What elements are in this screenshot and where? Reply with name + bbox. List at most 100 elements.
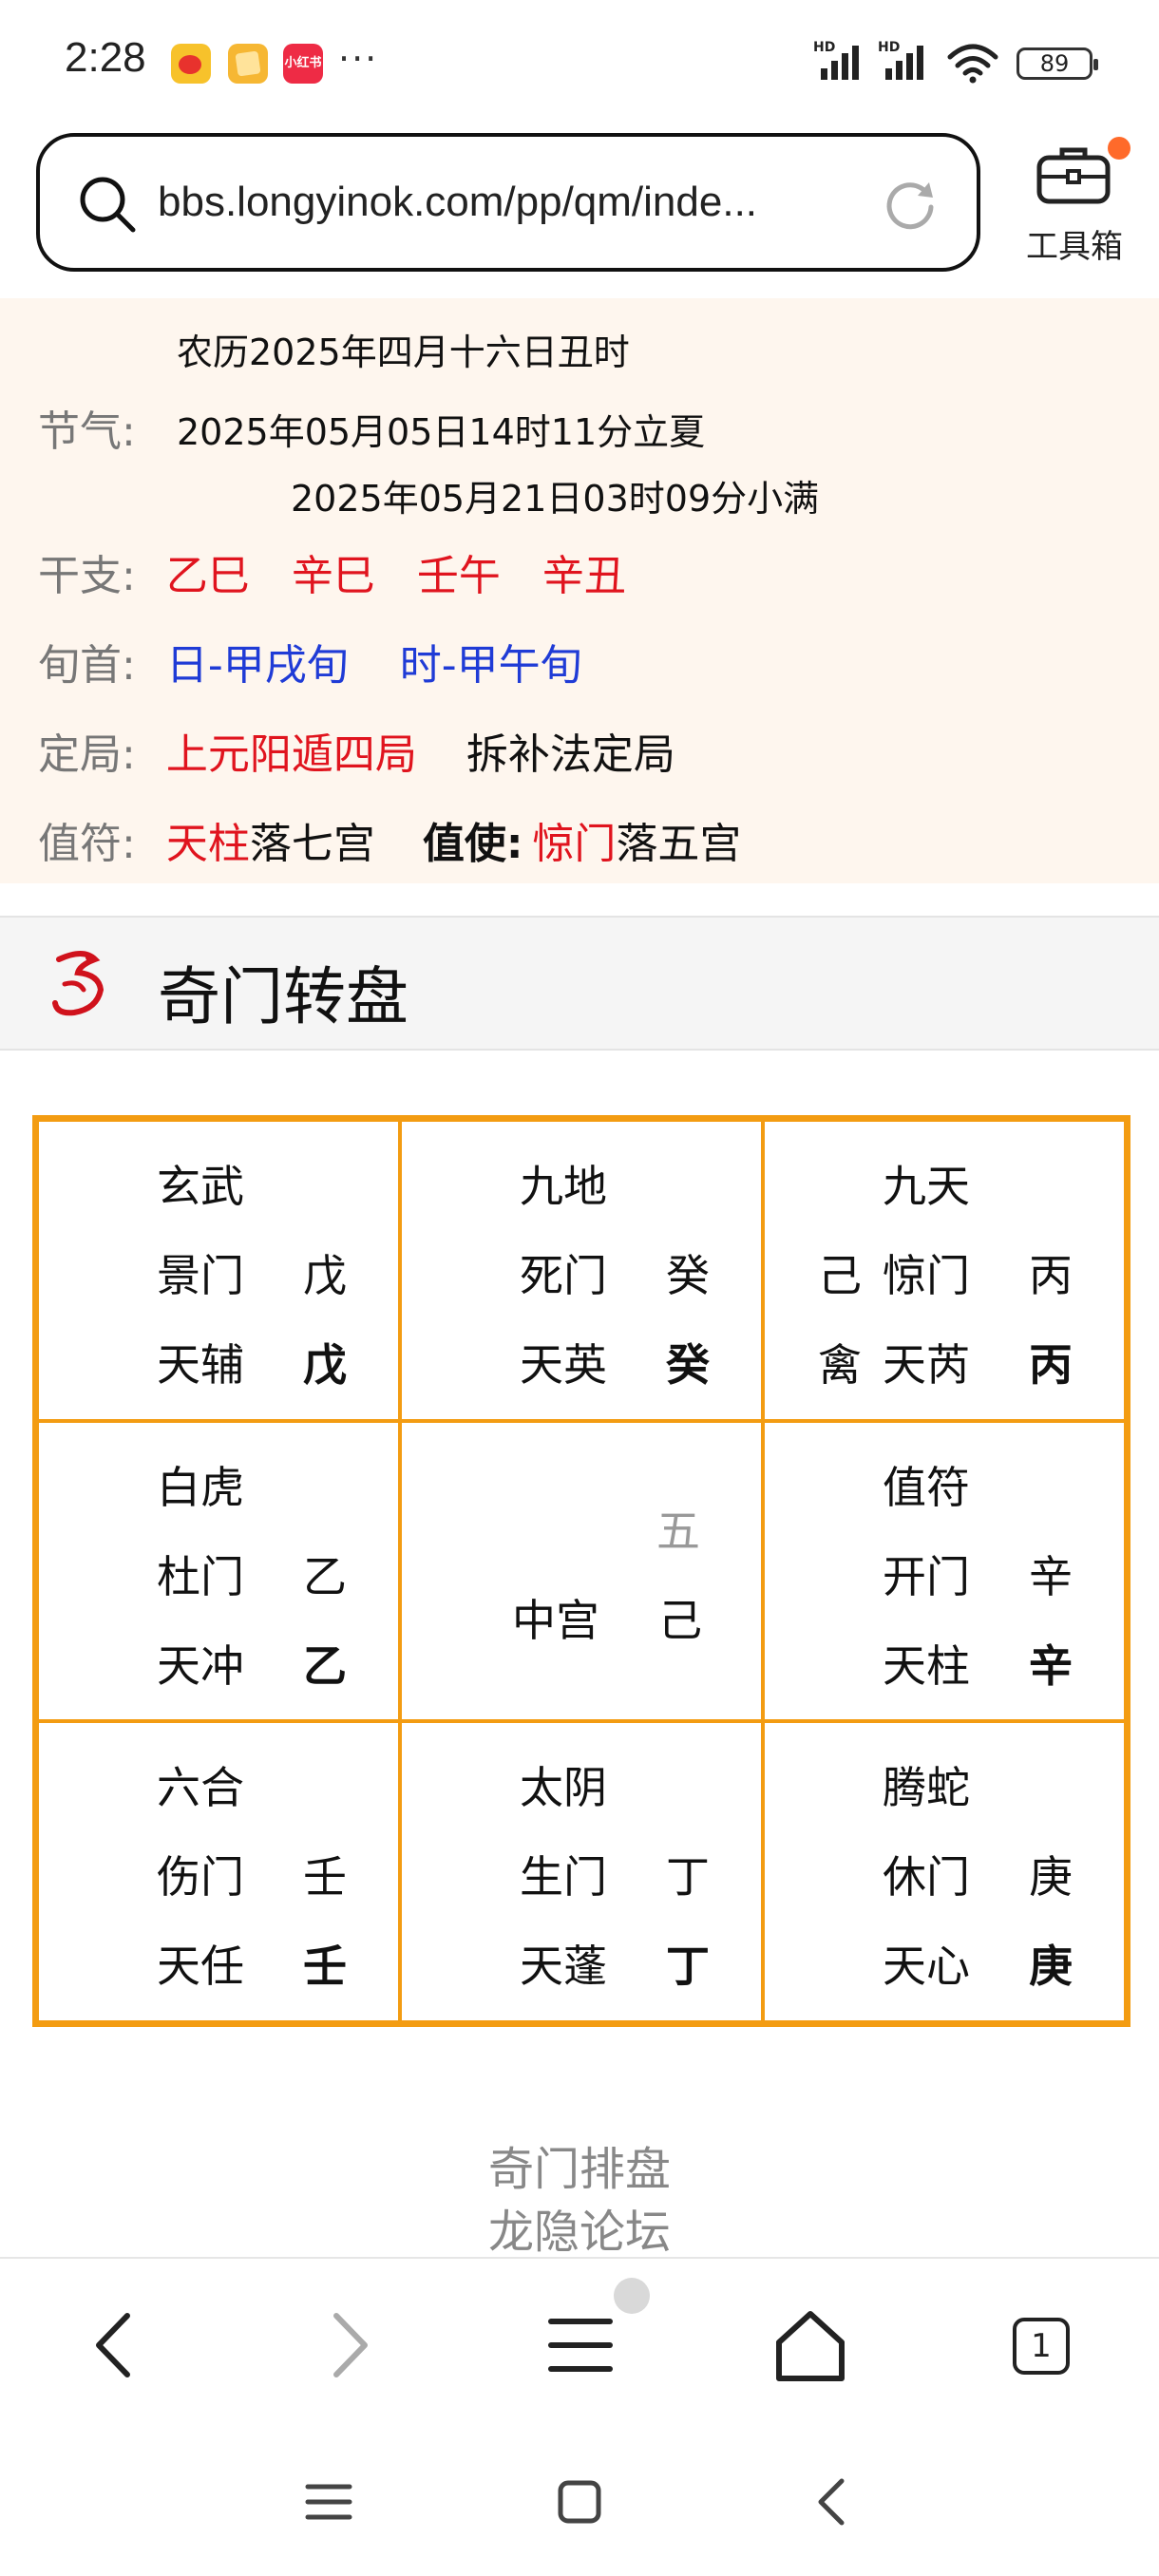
- door-name: 开门: [883, 1550, 970, 1602]
- star-stem: 戊: [303, 1339, 347, 1391]
- dingju-row: 定局: 上元阳遁四局 拆补法定局: [38, 720, 675, 781]
- door-stem: 壬: [303, 1851, 347, 1904]
- info-panel: 农历2025年四月十六日丑时 节气: 2025年05月05日14时11分立夏 2…: [0, 298, 1159, 883]
- home-system-icon[interactable]: [551, 2473, 608, 2530]
- deity-name: 值符: [883, 1461, 970, 1513]
- center-stem: 己: [658, 1594, 702, 1646]
- door-stem: 庚: [1029, 1851, 1073, 1904]
- palace-cell: 九地 死门 癸 天英 癸: [400, 1120, 763, 1421]
- footer-line-2[interactable]: 龙隐论坛: [0, 2194, 1159, 2261]
- zhifu-star: 天柱: [165, 820, 250, 868]
- jieqi-2: 2025年05月21日03时09分小满: [291, 478, 820, 520]
- signal-icon-1: HD: [813, 40, 870, 80]
- qimen-chart-grid: 玄武 景门 戊 天辅 戊 九地 死门 癸 天英 癸 九天 己 惊门 丙 禽 天芮…: [32, 1115, 1130, 2027]
- dragon-logo-icon: [52, 951, 104, 1016]
- door-name: 杜门: [157, 1550, 244, 1602]
- reload-icon[interactable]: [882, 177, 939, 234]
- home-icon[interactable]: [768, 2302, 853, 2388]
- status-bar: 2:28 小红书 ··· HD HD 89: [0, 0, 1159, 123]
- jieqi-row: 节气:: [38, 397, 136, 458]
- star-name: 天柱: [883, 1639, 970, 1692]
- door-stem: 乙: [303, 1550, 347, 1602]
- zhifu-row: 值符: 天柱落七宫 值使: 惊门落五宫: [38, 809, 741, 870]
- search-icon: [80, 177, 136, 233]
- deity-name: 白虎: [157, 1461, 244, 1513]
- ganzhi-day: 壬午: [416, 552, 501, 600]
- tabs-count-button[interactable]: 1: [1013, 2318, 1070, 2375]
- system-navigation-bar: [0, 2432, 1159, 2576]
- palace-number: 五: [656, 1505, 700, 1557]
- xunshou-row: 旬首: 日-甲戌旬 时-甲午旬: [38, 631, 634, 691]
- notes-app-icon: [228, 44, 268, 84]
- forward-icon[interactable]: [304, 2302, 390, 2388]
- jieqi-1: 2025年05月05日14时11分立夏: [177, 411, 706, 453]
- toolbox-icon: [1036, 147, 1111, 204]
- palace-cell: 值符 开门 辛 天柱 辛: [763, 1420, 1126, 1722]
- palace-cell: 玄武 景门 戊 天辅 戊: [37, 1120, 400, 1421]
- star-name: 天任: [157, 1941, 244, 1993]
- door-name: 伤门: [157, 1851, 244, 1904]
- zhifu-palace: 落七宫: [249, 820, 375, 868]
- palace-cell: 九天 己 惊门 丙 禽 天芮 丙: [763, 1120, 1126, 1421]
- door-stem: 癸: [666, 1250, 710, 1301]
- weibo-app-icon: [171, 44, 211, 84]
- section-header: 奇门转盘: [0, 916, 1159, 1051]
- more-notifications-icon: ···: [338, 38, 379, 80]
- notification-dot: [1108, 137, 1130, 160]
- palace-cell: 腾蛇 休门 庚 天心 庚: [763, 1721, 1126, 2022]
- dingju-label: 定局:: [38, 730, 136, 779]
- star-name: 天冲: [157, 1639, 244, 1692]
- star-name: 天辅: [157, 1339, 244, 1391]
- ganzhi-label: 干支:: [38, 552, 136, 600]
- zhishi-door: 惊门: [532, 820, 617, 868]
- xunshou-label: 旬首:: [38, 641, 136, 690]
- zhifu-label: 值符:: [38, 820, 136, 868]
- center-palace-label: 中宫: [512, 1594, 599, 1646]
- door-stem: 辛: [1029, 1550, 1073, 1602]
- battery-icon: 89: [1016, 47, 1098, 80]
- door-stem: 戊: [303, 1250, 347, 1301]
- star-name: 天英: [520, 1339, 607, 1391]
- toolbox-button[interactable]: 工具箱: [1013, 133, 1136, 275]
- lunar-date: 农历2025年四月十六日丑时: [177, 331, 630, 373]
- deity-name: 九天: [883, 1161, 970, 1212]
- star-name: 天心: [883, 1941, 970, 1993]
- star-stem: 庚: [1029, 1941, 1073, 1993]
- star-stem: 壬: [303, 1941, 347, 1993]
- xiaohongshu-app-icon: 小红书: [283, 44, 323, 84]
- star-name: 天蓬: [520, 1941, 607, 1993]
- url-text[interactable]: bbs.longyinok.com/pp/qm/inde...: [158, 179, 889, 226]
- recent-apps-icon[interactable]: [300, 2473, 357, 2530]
- back-icon[interactable]: [74, 2302, 160, 2388]
- menu-badge-dot: [614, 2278, 650, 2314]
- zhishi-palace: 落五宫: [616, 820, 742, 868]
- address-bar[interactable]: bbs.longyinok.com/pp/qm/inde...: [36, 133, 980, 272]
- ganzhi-hour: 辛丑: [542, 552, 626, 600]
- palace-cell: 白虎 杜门 乙 天冲 乙: [37, 1420, 400, 1722]
- dingju-value: 上元阳遁四局: [165, 730, 417, 779]
- deity-name: 六合: [157, 1762, 244, 1814]
- door-name: 休门: [883, 1851, 970, 1904]
- door-name: 惊门: [883, 1250, 970, 1301]
- browser-toolbar: 1: [0, 2257, 1159, 2432]
- ganzhi-row: 干支: 乙巳 辛巳 壬午 辛丑: [38, 541, 668, 602]
- deity-name: 腾蛇: [883, 1762, 970, 1814]
- door-stem: 丙: [1029, 1250, 1073, 1301]
- star-stem: 丙: [1029, 1339, 1073, 1391]
- footer-line-1[interactable]: 奇门排盘: [0, 2131, 1159, 2198]
- side-star: 禽: [818, 1339, 862, 1391]
- star-stem: 辛: [1029, 1639, 1073, 1692]
- ganzhi-year: 乙巳: [165, 552, 250, 600]
- dingju-method: 拆补法定局: [466, 730, 675, 779]
- center-palace-cell: 五 中宫 己: [400, 1420, 763, 1722]
- toolbox-label: 工具箱: [1026, 228, 1123, 266]
- palace-cell: 太阴 生门 丁 天蓬 丁: [400, 1721, 763, 2022]
- menu-icon[interactable]: [538, 2302, 623, 2388]
- back-system-icon[interactable]: [804, 2473, 861, 2530]
- door-name: 生门: [520, 1851, 607, 1904]
- wifi-icon: [947, 44, 998, 84]
- star-name: 天芮: [883, 1339, 970, 1391]
- ganzhi-month: 辛巳: [291, 552, 375, 600]
- xunshou-hour: 时-甲午旬: [399, 641, 582, 690]
- signal-icon-2: HD: [878, 40, 935, 80]
